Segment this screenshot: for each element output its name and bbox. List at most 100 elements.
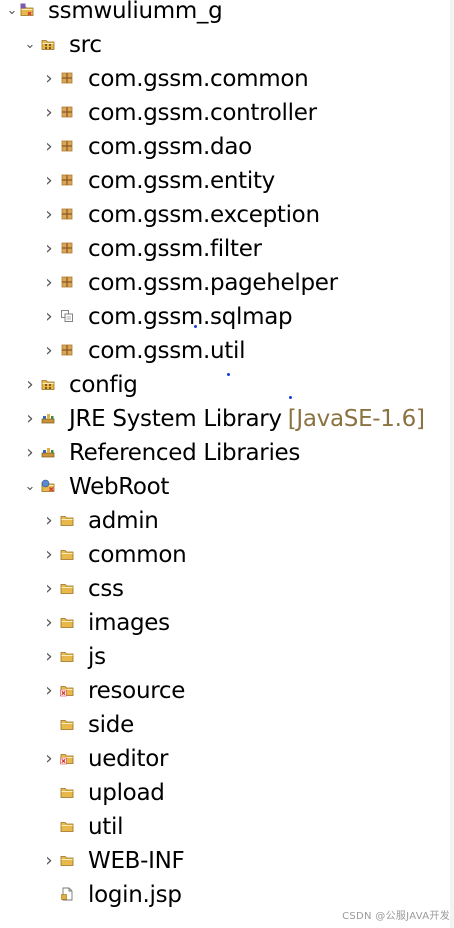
tree-item-label: common [88, 542, 187, 568]
tree-item-images[interactable]: › images [0, 606, 448, 640]
package-resource-icon [60, 309, 74, 323]
chevron-right-icon[interactable]: › [23, 402, 37, 436]
tree-item-label: ueditor [88, 746, 169, 772]
tree-item-label: css [88, 576, 124, 602]
folder-icon [60, 819, 74, 833]
tree-item-ueditor[interactable]: › ueditor [0, 742, 448, 776]
tree-item-label: WEB-INF [88, 848, 185, 874]
chevron-right-icon[interactable]: › [42, 572, 56, 606]
stray-dot [227, 373, 230, 376]
tree-item-upload[interactable]: upload [0, 776, 448, 810]
tree-item-web-inf[interactable]: › WEB-INF [0, 844, 448, 878]
chevron-right-icon[interactable]: › [42, 266, 56, 300]
tree-item-com-gssm-util[interactable]: › com.gssm.util [0, 334, 448, 368]
jsp-file-icon [60, 887, 74, 901]
tree-item-js[interactable]: › js [0, 640, 448, 674]
tree-item-css[interactable]: › css [0, 572, 448, 606]
chevron-right-icon[interactable]: › [23, 436, 37, 470]
chevron-right-icon[interactable]: › [42, 674, 56, 708]
stray-dot [289, 396, 292, 399]
tree-item-label: config [69, 372, 138, 398]
chevron-right-icon[interactable]: › [42, 198, 56, 232]
tree-item-com-gssm-filter[interactable]: › com.gssm.filter [0, 232, 448, 266]
chevron-right-icon[interactable]: › [42, 334, 56, 368]
chevron-right-icon[interactable]: › [42, 538, 56, 572]
chevron-right-icon[interactable]: › [42, 640, 56, 674]
chevron-right-icon[interactable]: › [42, 62, 56, 96]
tree-item-common[interactable]: › common [0, 538, 448, 572]
tree-item-jre-system-library[interactable]: › JRE System Library [JavaSE-1.6] [0, 402, 448, 436]
tree-item-label: com.gssm.filter [88, 236, 262, 262]
chevron-right-icon[interactable]: › [42, 844, 56, 878]
tree-item-util[interactable]: util [0, 810, 448, 844]
tree-item-label: resource [88, 678, 186, 704]
tree-item-label: Referenced Libraries [69, 440, 301, 466]
chevron-right-icon[interactable]: › [42, 232, 56, 266]
folder-icon [60, 853, 74, 867]
chevron-right-icon[interactable]: › [42, 606, 56, 640]
folder-icon [60, 785, 74, 799]
package-icon [60, 105, 74, 119]
tree-item-com-gssm-controller[interactable]: › com.gssm.controller [0, 96, 448, 130]
tree-item-com-gssm-pagehelper[interactable]: › com.gssm.pagehelper [0, 266, 448, 300]
tree-item-label: admin [88, 508, 159, 534]
tree-item-label: ssmwuliumm_g [48, 0, 223, 24]
library-icon [41, 445, 55, 459]
chevron-down-icon[interactable]: ⌄ [23, 470, 37, 504]
chevron-right-icon[interactable]: › [23, 368, 37, 402]
chevron-right-icon[interactable]: › [42, 96, 56, 130]
tree-item-config[interactable]: › config [0, 368, 448, 402]
tree-item-src[interactable]: ⌄ src [0, 28, 448, 62]
tree-item-com-gssm-exception[interactable]: › com.gssm.exception [0, 198, 448, 232]
tree-item-label: com.gssm.util [88, 338, 246, 364]
chevron-right-icon[interactable]: › [42, 130, 56, 164]
project-icon [20, 3, 34, 17]
tree-item-com-gssm-sqlmap[interactable]: › com.gssm.sqlmap [0, 300, 448, 334]
tree-item-label: login.jsp [88, 882, 182, 908]
package-icon [60, 343, 74, 357]
tree-item-label: com.gssm.exception [88, 202, 320, 228]
chevron-down-icon[interactable]: ⌄ [23, 28, 37, 62]
tree-item-label: com.gssm.controller [88, 100, 317, 126]
package-icon [60, 275, 74, 289]
package-icon [60, 173, 74, 187]
tree-item-label: upload [88, 780, 165, 806]
chevron-right-icon[interactable]: › [42, 164, 56, 198]
tree-item-com-gssm-common[interactable]: › com.gssm.common [0, 62, 448, 96]
folder-icon [60, 649, 74, 663]
tree-item-label: com.gssm.sqlmap [88, 304, 293, 330]
view-right-border [450, 0, 454, 928]
source-folder-icon [41, 377, 55, 391]
tree-item-label: src [69, 32, 102, 58]
chevron-right-icon[interactable]: › [42, 742, 56, 776]
folder-error-icon [60, 751, 74, 765]
tree-item-label: JRE System Library [JavaSE-1.6] [69, 406, 425, 432]
tree-item-qualifier: [JavaSE-1.6] [287, 406, 425, 432]
tree-item-label: com.gssm.pagehelper [88, 270, 338, 296]
tree-item-com-gssm-entity[interactable]: › com.gssm.entity [0, 164, 448, 198]
folder-error-icon [60, 683, 74, 697]
tree-item-ssmwuliumm-g[interactable]: ⌄ ssmwuliumm_g [0, 0, 448, 28]
folder-icon [60, 717, 74, 731]
tree-item-label: com.gssm.entity [88, 168, 275, 194]
chevron-right-icon[interactable]: › [42, 504, 56, 538]
folder-icon [60, 581, 74, 595]
tree-item-label: com.gssm.common [88, 66, 309, 92]
tree-item-side[interactable]: side [0, 708, 448, 742]
source-folder-icon [41, 37, 55, 51]
tree-item-resource[interactable]: › resource [0, 674, 448, 708]
package-icon [60, 207, 74, 221]
tree-item-label: WebRoot [69, 474, 170, 500]
tree-item-webroot[interactable]: ⌄ WebRoot [0, 470, 448, 504]
tree-item-admin[interactable]: › admin [0, 504, 448, 538]
tree-item-referenced-libraries[interactable]: › Referenced Libraries [0, 436, 448, 470]
tree-item-label: images [88, 610, 170, 636]
chevron-right-icon[interactable]: › [42, 300, 56, 334]
tree-item-label: side [88, 712, 134, 738]
tree-item-com-gssm-dao[interactable]: › com.gssm.dao [0, 130, 448, 164]
library-icon [41, 411, 55, 425]
package-icon [60, 139, 74, 153]
folder-icon [60, 615, 74, 629]
tree-item-label: js [88, 644, 106, 670]
chevron-down-icon[interactable]: ⌄ [5, 0, 19, 28]
